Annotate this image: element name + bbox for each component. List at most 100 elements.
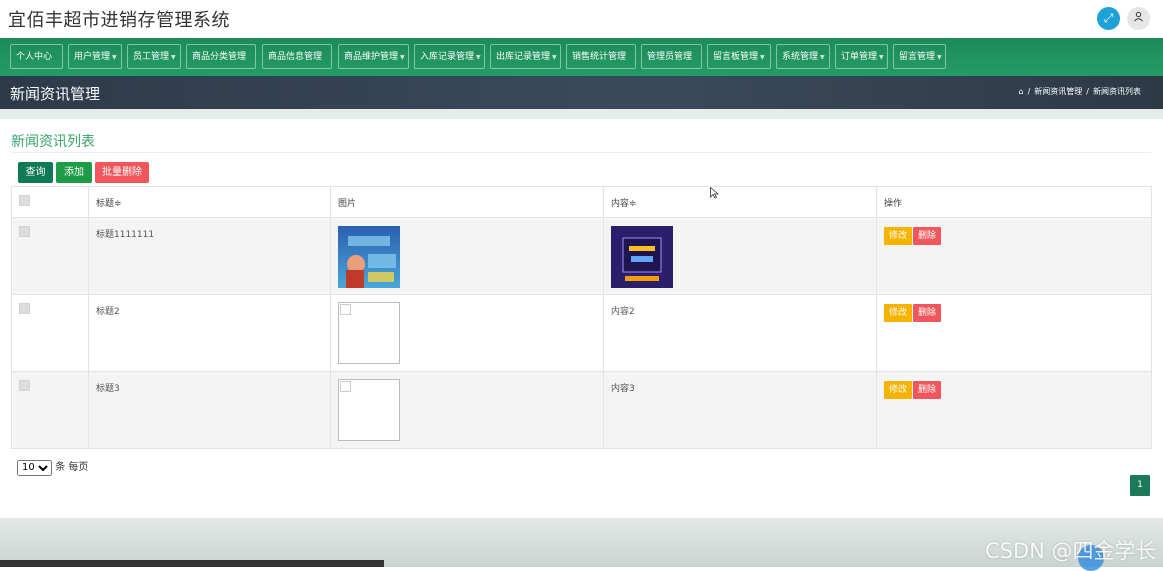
nav-item-product-info[interactable]: 商品信息管理 [262, 44, 332, 69]
nav-item-orders[interactable]: 订单管理 ▼ [835, 44, 888, 69]
nav-item-messages[interactable]: 留言管理 ▼ [893, 44, 946, 69]
row-select-cell [11, 371, 89, 449]
nav-item-admins[interactable]: 管理员管理 [641, 44, 702, 69]
per-page-label: 条 每页 [55, 462, 89, 473]
divider [11, 152, 1151, 153]
fullscreen-icon[interactable]: ⤢ [1097, 7, 1120, 30]
page-size-select[interactable]: 10 [17, 459, 52, 476]
nav-item-label: 入库记录管理 [420, 52, 475, 62]
edit-button[interactable]: 修改 [884, 304, 913, 322]
row-content: 内容2 [611, 307, 635, 317]
nav-item-label: 个人中心 [16, 52, 53, 62]
actions-cell: 修改 删除 [876, 294, 1152, 372]
user-icon[interactable] [1127, 7, 1150, 30]
nav-item-label: 销售统计管理 [572, 52, 627, 62]
chevron-down-icon: ▼ [476, 54, 481, 61]
nav-item-label: 商品分类管理 [192, 52, 247, 62]
delete-button[interactable]: 删除 [913, 227, 942, 245]
row-select-cell [11, 294, 89, 372]
chevron-down-icon: ▼ [552, 54, 557, 61]
panel-title: 新闻资讯列表 [11, 134, 95, 150]
row-checkbox[interactable] [19, 303, 30, 314]
breadcrumb-separator: / [1027, 87, 1031, 96]
nav-item-label: 管理员管理 [647, 52, 693, 62]
nav-item-label: 出库记录管理 [496, 52, 551, 62]
breadcrumb-item: 新闻资讯列表 [1093, 87, 1141, 96]
page-header: 新闻资讯管理 ⌂ / 新闻资讯管理 / 新闻资讯列表 [0, 76, 1163, 109]
row-checkbox[interactable] [19, 380, 30, 391]
table-row: 标题2 内容2 修改 删除 [11, 294, 1152, 372]
pagination-current-page[interactable]: 1 [1130, 475, 1150, 496]
page-title: 新闻资讯管理 [10, 85, 101, 103]
nav-item-product-maintenance[interactable]: 商品维护管理 ▼ [338, 44, 409, 69]
news-table: 标题≑ 图片 内容≑ 操作 标题1111111 修改 删除 标题2 内容2 修改… [11, 186, 1152, 449]
home-icon[interactable]: ⌂ [1019, 87, 1024, 96]
batch-delete-button[interactable]: 批量删除 [95, 162, 149, 183]
chevron-down-icon: ▼ [171, 54, 176, 61]
nav-item-personal-center[interactable]: 个人中心 [10, 44, 63, 69]
content-image-thumbnail [611, 226, 673, 288]
table-row: 标题3 内容3 修改 删除 [11, 371, 1152, 449]
news-image-thumbnail [338, 226, 400, 288]
nav-item-label: 商品信息管理 [268, 52, 323, 62]
title-cell: 标题2 [88, 294, 331, 372]
chevron-down-icon: ▼ [400, 54, 405, 61]
column-header-title[interactable]: 标题≑ [88, 186, 331, 218]
nav-item-staff[interactable]: 员工管理 ▼ [127, 44, 181, 69]
nav-item-message-board[interactable]: 留言板管理 ▼ [707, 44, 771, 69]
table-header-row: 标题≑ 图片 内容≑ 操作 [11, 186, 1152, 218]
query-button[interactable]: 查询 [18, 162, 53, 183]
breadcrumb-item[interactable]: 新闻资讯管理 [1034, 87, 1082, 96]
broken-image-icon [338, 379, 400, 441]
nav-item-sales-stats[interactable]: 销售统计管理 [566, 44, 636, 69]
app-title: 宜佰丰超市进销存管理系统 [8, 10, 230, 31]
nav-item-label: 商品维护管理 [344, 52, 399, 62]
chevron-down-icon: ▼ [879, 54, 884, 61]
nav-item-label: 留言管理 [899, 52, 936, 62]
browser-status-bar [0, 560, 384, 567]
edit-button[interactable]: 修改 [884, 381, 913, 399]
content-cell [603, 217, 877, 295]
header-strip [0, 109, 1163, 119]
nav-item-label: 订单管理 [841, 52, 878, 62]
select-all-checkbox[interactable] [19, 195, 30, 206]
nav-item-outbound[interactable]: 出库记录管理 ▼ [490, 44, 561, 69]
content-cell: 内容3 [603, 371, 877, 449]
actions-cell: 修改 删除 [876, 371, 1152, 449]
main-nav: 个人中心 用户管理 ▼ 员工管理 ▼ 商品分类管理 商品信息管理 商品维护管理 ▼ 入… [0, 38, 1163, 76]
image-cell [330, 217, 604, 295]
title-cell: 标题1111111 [88, 217, 331, 295]
nav-item-label: 用户管理 [74, 52, 111, 62]
nav-item-label: 员工管理 [133, 52, 170, 62]
breadcrumb-separator: / [1086, 87, 1089, 96]
actions-cell: 修改 删除 [876, 217, 1152, 295]
top-bar: 宜佰丰超市进销存管理系统 ⤢ [0, 0, 1163, 38]
nav-item-system[interactable]: 系统管理 ▼ [776, 44, 830, 69]
nav-item-category[interactable]: 商品分类管理 [186, 44, 256, 69]
row-select-cell [11, 217, 89, 295]
select-all-cell [11, 186, 89, 218]
column-header-image: 图片 [330, 186, 604, 218]
page-size-control: 10 条 每页 [17, 458, 88, 476]
add-button[interactable]: 添加 [56, 162, 92, 183]
row-checkbox[interactable] [19, 226, 30, 237]
mouse-cursor-icon [710, 186, 720, 202]
watermark: CSDN @四金学长 [985, 539, 1157, 563]
table-row: 标题1111111 修改 删除 [11, 217, 1152, 295]
content-cell: 内容2 [603, 294, 877, 372]
delete-button[interactable]: 删除 [913, 304, 942, 322]
chevron-down-icon: ▼ [820, 54, 825, 61]
column-header-content[interactable]: 内容≑ [603, 186, 877, 218]
row-title: 标题2 [96, 307, 120, 317]
delete-button[interactable]: 删除 [913, 381, 942, 399]
nav-item-label: 系统管理 [782, 52, 819, 62]
edit-button[interactable]: 修改 [884, 227, 913, 245]
image-cell [330, 294, 604, 372]
row-title: 标题3 [96, 384, 120, 394]
image-cell [330, 371, 604, 449]
breadcrumb: ⌂ / 新闻资讯管理 / 新闻资讯列表 [1019, 86, 1141, 97]
nav-item-users[interactable]: 用户管理 ▼ [68, 44, 122, 69]
chevron-down-icon: ▼ [937, 54, 942, 61]
chevron-down-icon: ▼ [112, 54, 117, 61]
nav-item-inbound[interactable]: 入库记录管理 ▼ [414, 44, 485, 69]
